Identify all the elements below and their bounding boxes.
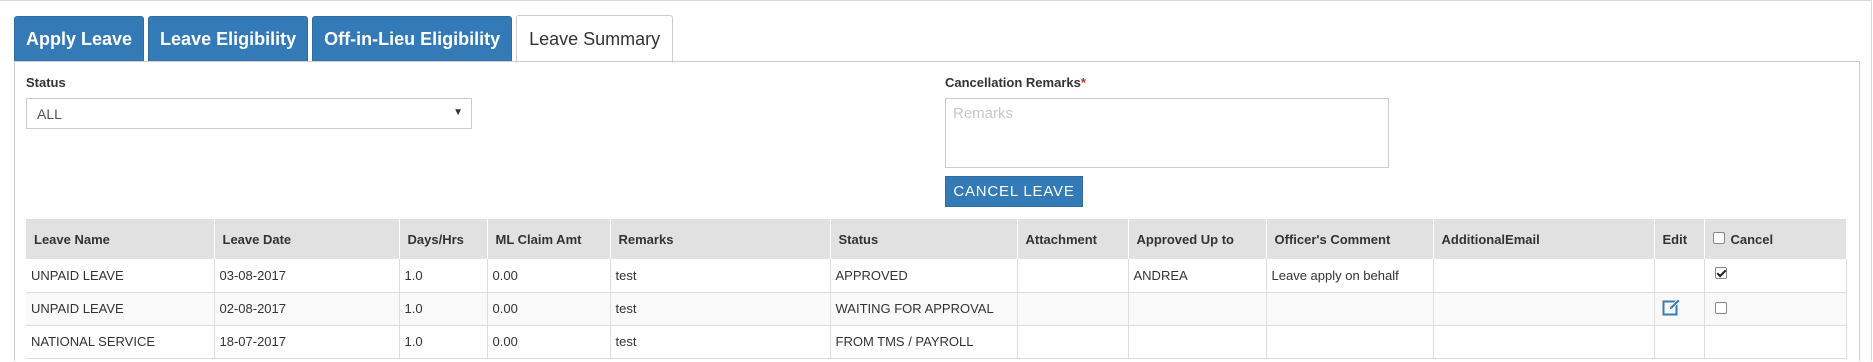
required-mark: * [1080, 75, 1086, 90]
cell-approved-up-to: ANDREA [1128, 259, 1267, 293]
cell-leave-date: 18-07-2017 [214, 325, 400, 359]
cell-officer-comment [1266, 325, 1434, 359]
col-officers-comment: Officer's Comment [1266, 219, 1434, 259]
cell-officer-comment: Leave apply on behalf [1266, 259, 1434, 293]
cell-remarks: test [610, 325, 831, 359]
status-select-value: ALL [37, 106, 62, 122]
cell-days: 1.0 [399, 325, 488, 359]
cell-ml-claim: 0.00 [487, 325, 611, 359]
cancellation-remarks-label-text: Cancellation Remarks [945, 75, 1081, 90]
cell-leave-date: 02-08-2017 [214, 292, 400, 326]
cell-approved-up-to [1128, 292, 1267, 326]
cell-additional-email [1433, 292, 1655, 326]
col-ml-claim-amt: ML Claim Amt [487, 219, 611, 259]
col-days-hrs: Days/Hrs [399, 219, 488, 259]
cell-cancel [1704, 292, 1847, 326]
col-edit: Edit [1654, 219, 1705, 259]
col-approved-up-to: Approved Up to [1128, 219, 1267, 259]
cell-officer-comment [1266, 292, 1434, 326]
col-leave-date: Leave Date [214, 219, 400, 259]
tab-apply-leave[interactable]: Apply Leave [14, 16, 145, 62]
table-row: NATIONAL SERVICE 18-07-2017 1.0 0.00 tes… [26, 325, 1847, 359]
cell-leave-name: UNPAID LEAVE [26, 292, 215, 326]
cell-leave-name: NATIONAL SERVICE [26, 325, 215, 359]
status-select[interactable]: ALL ▼ [26, 98, 472, 129]
cell-additional-email [1433, 259, 1655, 293]
cell-attachment [1017, 259, 1129, 293]
cell-remarks: test [610, 259, 831, 293]
tab-off-in-lieu-eligibility[interactable]: Off-in-Lieu Eligibility [312, 16, 513, 62]
col-cancel-label: Cancel [1730, 231, 1774, 247]
col-leave-name: Leave Name [26, 219, 215, 259]
cell-edit [1654, 325, 1705, 359]
col-status: Status [830, 219, 1018, 259]
cancel-checkbox[interactable] [1714, 266, 1727, 279]
cell-attachment [1017, 292, 1129, 326]
leave-summary-table: Leave Name Leave Date Days/Hrs ML Claim … [26, 219, 1847, 359]
col-attachment: Attachment [1017, 219, 1129, 259]
tab-leave-summary[interactable]: Leave Summary [516, 15, 674, 63]
col-cancel: Cancel [1704, 219, 1847, 259]
status-label: Status [26, 75, 66, 90]
cell-edit [1654, 292, 1705, 326]
cell-status: WAITING FOR APPROVAL [830, 292, 1018, 326]
cell-status: APPROVED [830, 259, 1018, 293]
cell-attachment [1017, 325, 1129, 359]
select-all-checkbox[interactable] [1712, 232, 1725, 245]
table-header-row: Leave Name Leave Date Days/Hrs ML Claim … [26, 219, 1847, 259]
cell-cancel [1704, 325, 1847, 359]
cancellation-remarks-label: Cancellation Remarks* [945, 75, 1086, 90]
col-remarks: Remarks [610, 219, 831, 259]
edit-icon[interactable] [1662, 297, 1682, 320]
cell-days: 1.0 [399, 292, 488, 326]
tab-bar: Apply Leave Leave Eligibility Off-in-Lie… [14, 15, 677, 63]
cell-leave-name: UNPAID LEAVE [26, 259, 215, 293]
cell-leave-date: 03-08-2017 [214, 259, 400, 293]
cell-status: FROM TMS / PAYROLL [830, 325, 1018, 359]
cell-edit [1654, 259, 1705, 293]
table-row: UNPAID LEAVE 02-08-2017 1.0 0.00 test WA… [26, 292, 1847, 326]
cell-cancel [1704, 259, 1847, 293]
cell-approved-up-to [1128, 325, 1267, 359]
chevron-down-icon: ▼ [453, 107, 463, 118]
cell-remarks: test [610, 292, 831, 326]
cell-days: 1.0 [399, 259, 488, 293]
cancellation-remarks-input[interactable] [945, 98, 1389, 168]
cancel-checkbox[interactable] [1714, 302, 1727, 315]
cell-additional-email [1433, 325, 1655, 359]
col-additional-email: AdditionalEmail [1433, 219, 1655, 259]
cell-ml-claim: 0.00 [487, 292, 611, 326]
tab-leave-eligibility[interactable]: Leave Eligibility [148, 16, 309, 62]
cell-ml-claim: 0.00 [487, 259, 611, 293]
cancel-leave-button[interactable]: CANCEL LEAVE [945, 176, 1083, 207]
table-row: UNPAID LEAVE 03-08-2017 1.0 0.00 test AP… [26, 259, 1847, 293]
